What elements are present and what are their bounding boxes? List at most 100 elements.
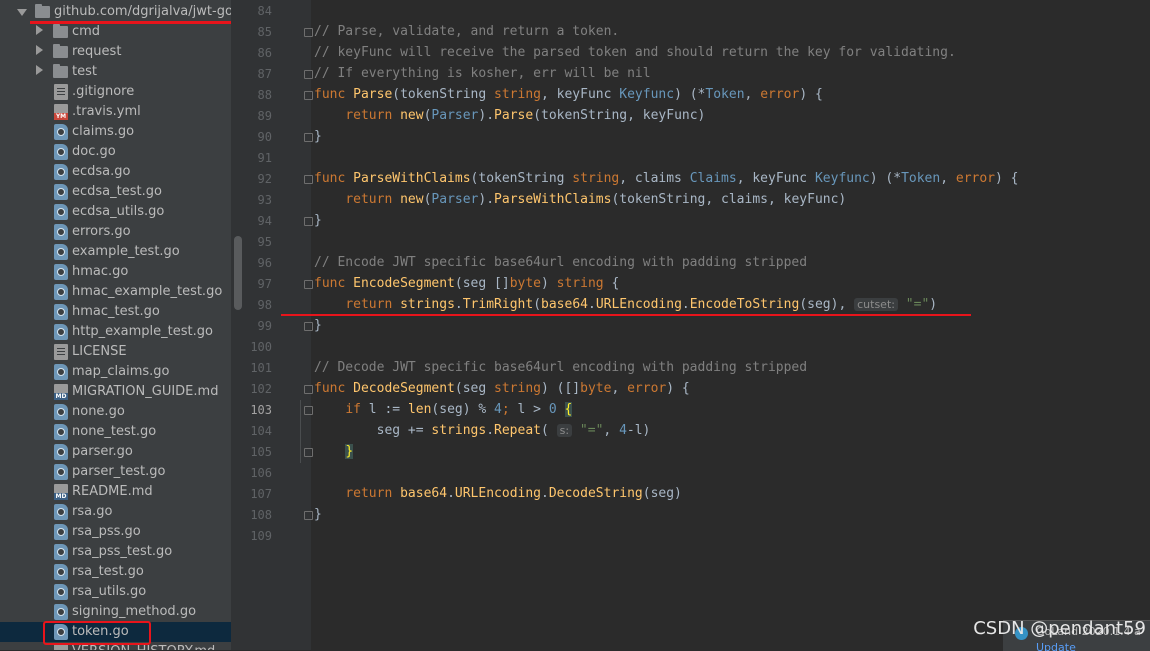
code-line[interactable]: 105 } — [245, 442, 1150, 463]
tree-file[interactable]: none.go — [0, 402, 231, 422]
code-token: ( — [541, 423, 557, 438]
scrollbar-thumb[interactable] — [234, 236, 242, 310]
tree-file[interactable]: rsa_utils.go — [0, 582, 231, 602]
code-line[interactable]: 102 func DecodeSegment(seg string) ([]byt… — [245, 379, 1150, 400]
tree-file[interactable]: hmac.go — [0, 262, 231, 282]
code-line[interactable]: 94} — [245, 211, 1150, 232]
tree-file[interactable]: http_example_test.go — [0, 322, 231, 342]
code-text: func ParseWithClaims(tokenString string,… — [314, 171, 1019, 186]
go-file-icon — [54, 424, 68, 440]
code-token: (seg [] — [454, 276, 510, 291]
code-line[interactable]: 96 // Encode JWT specific base64url encod… — [245, 253, 1150, 274]
code-token: ). — [478, 192, 495, 207]
code-line[interactable]: 86 // keyFunc will receive the parsed tok… — [245, 43, 1150, 64]
fold-marker-icon[interactable] — [304, 322, 313, 331]
tree-item-label: hmac.go — [72, 264, 129, 279]
code-line[interactable]: 97 func EncodeSegment(seg []byte) string … — [245, 274, 1150, 295]
tree-file[interactable]: doc.go — [0, 142, 231, 162]
code-token: func — [314, 381, 354, 396]
tree-folder[interactable]: cmd — [0, 22, 231, 42]
code-editor[interactable]: 84 85 // Parse, validate, and return a tok… — [245, 0, 1150, 650]
watermark: CSDN @pendant59 — [973, 618, 1146, 639]
tree-file[interactable]: .gitignore — [0, 82, 231, 102]
tree-file[interactable]: ecdsa_test.go — [0, 182, 231, 202]
tree-root[interactable]: github.com/dgrijalva/jwt-go v3 — [0, 2, 231, 22]
go-file-icon — [54, 204, 68, 220]
tree-file[interactable]: ecdsa.go — [0, 162, 231, 182]
code-line[interactable]: 104 seg += strings.Repeat( s: "=", 4-l) — [245, 421, 1150, 442]
tree-file[interactable]: rsa_pss.go — [0, 522, 231, 542]
tree-file[interactable]: hmac_test.go — [0, 302, 231, 322]
tree-file[interactable]: map_claims.go — [0, 362, 231, 382]
code-token: . — [454, 297, 463, 312]
code-line[interactable]: 101 // Decode JWT specific base64url enco… — [245, 358, 1150, 379]
code-line[interactable]: 91 — [245, 148, 1150, 169]
fold-marker-icon[interactable] — [304, 91, 313, 100]
code-line[interactable]: 103 if l := len(seg) % 4; l > 0 { — [245, 400, 1150, 421]
chevron-down-icon[interactable] — [17, 9, 27, 16]
code-line[interactable]: 109 — [245, 526, 1150, 547]
fold-marker-icon[interactable] — [304, 406, 313, 415]
tree-file[interactable]: claims.go — [0, 122, 231, 142]
code-line[interactable]: 93 return new(Parser).ParseWithClaims(to… — [245, 190, 1150, 211]
code-line[interactable]: 98 return strings.TrimRight(base64.URLEn… — [245, 295, 1150, 316]
tree-file[interactable]: parser_test.go — [0, 462, 231, 482]
code-line[interactable]: 89 return new(Parser).Parse(tokenString,… — [245, 106, 1150, 127]
fold-marker-icon[interactable] — [304, 133, 313, 142]
code-token: (tokenString — [470, 171, 573, 186]
tree-file[interactable]: example_test.go — [0, 242, 231, 262]
tree-file[interactable]: none_test.go — [0, 422, 231, 442]
fold-marker-icon[interactable] — [304, 175, 313, 184]
code-text: func EncodeSegment(seg []byte) string { — [314, 276, 619, 291]
line-98-annotation-underline — [281, 314, 971, 316]
tree-file[interactable]: errors.go — [0, 222, 231, 242]
code-line[interactable]: 106 — [245, 463, 1150, 484]
go-file-icon — [54, 564, 68, 580]
chevron-right-icon[interactable] — [36, 65, 43, 75]
fold-marker-icon[interactable] — [304, 70, 313, 79]
code-token: // Encode JWT specific base64url encodin… — [314, 255, 808, 270]
tree-file[interactable]: LICENSE — [0, 342, 231, 362]
tree-file[interactable]: signing_method.go — [0, 602, 231, 622]
chevron-right-icon[interactable] — [36, 45, 43, 55]
tree-item-label: map_claims.go — [72, 364, 170, 379]
tree-folder[interactable]: request — [0, 42, 231, 62]
fold-marker-icon[interactable] — [304, 217, 313, 226]
tree-file[interactable]: parser.go — [0, 442, 231, 462]
chevron-right-icon[interactable] — [36, 25, 43, 35]
code-token: ) { — [799, 87, 823, 102]
tree-file[interactable]: ecdsa_utils.go — [0, 202, 231, 222]
fold-marker-icon[interactable] — [304, 385, 313, 394]
code-line[interactable]: 88 func Parse(tokenString string, keyFunc… — [245, 85, 1150, 106]
tree-file[interactable]: MIGRATION_GUIDE.md — [0, 382, 231, 402]
tree-item-label: ecdsa_utils.go — [72, 204, 165, 219]
tree-folder[interactable]: test — [0, 62, 231, 82]
tree-file[interactable]: README.md — [0, 482, 231, 502]
tree-file[interactable]: rsa_pss_test.go — [0, 542, 231, 562]
code-line[interactable]: 87 // If everything is kosher, err will b… — [245, 64, 1150, 85]
tree-file[interactable]: .travis.yml — [0, 102, 231, 122]
tree-file[interactable]: hmac_example_test.go — [0, 282, 231, 302]
code-line[interactable]: 107 return base64.URLEncoding.DecodeStri… — [245, 484, 1150, 505]
code-line[interactable]: 92 func ParseWithClaims(tokenString strin… — [245, 169, 1150, 190]
code-line[interactable]: 90} — [245, 127, 1150, 148]
tree-file[interactable]: rsa_test.go — [0, 562, 231, 582]
code-line[interactable]: 100 — [245, 337, 1150, 358]
line-number: 92 — [257, 172, 272, 186]
code-line[interactable]: 99} — [245, 316, 1150, 337]
parameter-hint: s: — [556, 424, 573, 437]
tree-file[interactable]: rsa.go — [0, 502, 231, 522]
code-token: Token — [705, 87, 745, 102]
code-line[interactable]: 85 // Parse, validate, and return a token… — [245, 22, 1150, 43]
fold-marker-icon[interactable] — [304, 28, 313, 37]
fold-marker-icon[interactable] — [304, 448, 313, 457]
tree-scrollbar[interactable] — [231, 0, 245, 650]
fold-marker-icon[interactable] — [304, 280, 313, 289]
code-line[interactable]: 108} — [245, 505, 1150, 526]
project-tree[interactable]: github.com/dgrijalva/jwt-go v3 cmd reques… — [0, 0, 231, 650]
fold-marker-icon[interactable] — [304, 511, 313, 520]
parameter-hint: cutset: — [854, 298, 898, 311]
code-line[interactable]: 95 — [245, 232, 1150, 253]
code-line[interactable]: 84 — [245, 1, 1150, 22]
